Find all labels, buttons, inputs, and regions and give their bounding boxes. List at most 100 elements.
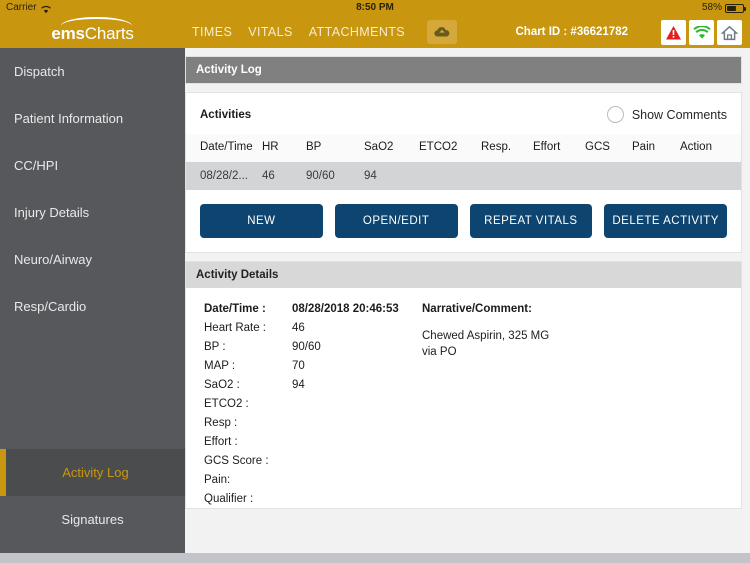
narrative-line-2: via PO bbox=[422, 346, 457, 358]
detail-label: ETCO2 : bbox=[204, 397, 249, 410]
col-resp[interactable]: Resp. bbox=[481, 134, 533, 162]
main-content: Activity Log Activities Show Comments Da… bbox=[185, 48, 750, 553]
activity-details-panel-title: Activity Details bbox=[186, 262, 741, 288]
activities-header-row: Activities Show Comments bbox=[186, 93, 741, 134]
new-button[interactable]: NEW bbox=[200, 204, 323, 238]
detail-row-effort: Effort : bbox=[204, 432, 416, 451]
detail-value: 46 bbox=[292, 321, 305, 334]
detail-row-datetime: Date/Time : 08/28/2018 20:46:53 bbox=[204, 299, 416, 318]
wifi-status-icon[interactable] bbox=[689, 20, 714, 45]
top-app-bar: emsCharts TIMES VITALS ATTACHMENTS Chart… bbox=[0, 16, 750, 48]
home-icon[interactable] bbox=[717, 20, 742, 45]
status-bar-right: 58% bbox=[701, 0, 746, 16]
sidebar-item-neuro-airway[interactable]: Neuro/Airway bbox=[0, 236, 185, 283]
sidebar-item-label: Dispatch bbox=[14, 64, 65, 79]
col-datetime[interactable]: Date/Time bbox=[186, 134, 262, 162]
table-row[interactable]: 08/28/2... 46 90/60 94 bbox=[186, 162, 741, 190]
detail-row-heart-rate: Heart Rate : 46 bbox=[204, 318, 416, 337]
detail-label: Qualifier : bbox=[204, 492, 254, 505]
activity-action-buttons: NEW OPEN/EDIT REPEAT VITALS DELETE ACTIV… bbox=[186, 190, 741, 252]
cell-etco2 bbox=[419, 162, 481, 190]
narrative-line-1: Chewed Aspirin, 325 MG bbox=[422, 330, 550, 342]
cell-action bbox=[680, 162, 741, 190]
status-bar-time: 8:50 PM bbox=[356, 2, 394, 13]
sidebar-item-activity-log[interactable]: Activity Log bbox=[0, 449, 185, 496]
battery-percent-label: 58% bbox=[701, 2, 722, 13]
cell-effort bbox=[533, 162, 585, 190]
cell-hr: 46 bbox=[262, 162, 306, 190]
sidebar-item-dispatch[interactable]: Dispatch bbox=[0, 48, 185, 95]
sidebar-item-cc-hpi[interactable]: CC/HPI bbox=[0, 142, 185, 189]
cell-gcs bbox=[585, 162, 632, 190]
narrative-section: Narrative/Comment: Chewed Aspirin, 325 M… bbox=[416, 299, 741, 508]
sidebar-item-label: Resp/Cardio bbox=[14, 299, 87, 314]
delete-activity-button[interactable]: DELETE ACTIVITY bbox=[604, 204, 727, 238]
cell-resp bbox=[481, 162, 533, 190]
sidebar-item-signatures[interactable]: Signatures bbox=[0, 496, 185, 543]
detail-label: Effort : bbox=[204, 435, 238, 448]
activity-details-panel: Activity Details Date/Time : 08/28/2018 … bbox=[185, 261, 742, 509]
col-etco2[interactable]: ETCO2 bbox=[419, 134, 481, 162]
detail-row-bp: BP : 90/60 bbox=[204, 337, 416, 356]
detail-label: BP : bbox=[204, 340, 226, 353]
show-comments-radio[interactable] bbox=[606, 106, 624, 123]
activities-title: Activities bbox=[200, 108, 252, 121]
sidebar-item-label: Patient Information bbox=[14, 111, 124, 126]
sidebar-item-label: Injury Details bbox=[14, 205, 90, 220]
main-nav: TIMES VITALS ATTACHMENTS bbox=[192, 16, 458, 48]
detail-row-resp: Resp : bbox=[204, 413, 416, 432]
chart-id-label: Chart ID : #36621782 bbox=[515, 26, 628, 38]
detail-row-sao2: SaO2 : 94 bbox=[204, 375, 416, 394]
activity-details-fields: Date/Time : 08/28/2018 20:46:53 Heart Ra… bbox=[186, 299, 416, 508]
header-icon-buttons bbox=[661, 20, 742, 45]
col-effort[interactable]: Effort bbox=[533, 134, 585, 162]
col-bp[interactable]: BP bbox=[306, 134, 364, 162]
sidebar-item-resp-cardio[interactable]: Resp/Cardio bbox=[0, 283, 185, 330]
cell-pain bbox=[632, 162, 680, 190]
warning-icon[interactable] bbox=[661, 20, 686, 45]
col-gcs[interactable]: GCS bbox=[585, 134, 632, 162]
detail-row-gcs-score: GCS Score : bbox=[204, 451, 416, 470]
sidebar-item-label: CC/HPI bbox=[14, 158, 59, 173]
detail-label: MAP : bbox=[204, 359, 236, 372]
activity-details-body: Date/Time : 08/28/2018 20:46:53 Heart Ra… bbox=[186, 288, 741, 508]
repeat-vitals-button[interactable]: REPEAT VITALS bbox=[469, 204, 593, 238]
app-logo: emsCharts bbox=[0, 16, 185, 48]
detail-label: Pain: bbox=[204, 473, 231, 486]
sidebar-item-label: Neuro/Airway bbox=[14, 252, 93, 267]
narrative-text: Chewed Aspirin, 325 MG via PO bbox=[422, 318, 741, 360]
cloud-upload-icon[interactable] bbox=[427, 20, 458, 44]
open-edit-button[interactable]: OPEN/EDIT bbox=[334, 204, 458, 238]
sidebar-item-patient-information[interactable]: Patient Information bbox=[0, 95, 185, 142]
bottom-home-indicator-bar bbox=[0, 553, 750, 563]
sidebar: Dispatch Patient Information CC/HPI Inju… bbox=[0, 48, 185, 553]
nav-times[interactable]: TIMES bbox=[192, 25, 232, 39]
col-action[interactable]: Action bbox=[680, 134, 741, 162]
detail-label: Date/Time : bbox=[204, 302, 266, 315]
nav-attachments[interactable]: ATTACHMENTS bbox=[309, 25, 405, 39]
detail-row-map: MAP : 70 bbox=[204, 356, 416, 375]
logo-arc-icon bbox=[61, 17, 132, 26]
detail-label: SaO2 : bbox=[204, 378, 240, 391]
detail-label: GCS Score : bbox=[204, 454, 269, 467]
logo-text-bold: ems bbox=[51, 24, 85, 43]
nav-vitals[interactable]: VITALS bbox=[248, 25, 293, 39]
sidebar-item-label: Activity Log bbox=[62, 465, 129, 480]
detail-value: 94 bbox=[292, 378, 305, 391]
col-hr[interactable]: HR bbox=[262, 134, 306, 162]
col-pain[interactable]: Pain bbox=[632, 134, 680, 162]
detail-row-pain: Pain: bbox=[204, 470, 416, 489]
cell-datetime: 08/28/2... bbox=[186, 162, 262, 190]
activities-table: Date/Time HR BP SaO2 ETCO2 Resp. Effort … bbox=[186, 134, 741, 190]
sidebar-item-injury-details[interactable]: Injury Details bbox=[0, 189, 185, 236]
show-comments-toggle[interactable]: Show Comments bbox=[606, 106, 727, 123]
sidebar-bottom-group: Activity Log Signatures bbox=[0, 449, 185, 543]
show-comments-label: Show Comments bbox=[631, 107, 727, 122]
app-root: Carrier 8:50 PM 58% emsCharts TIMES VITA… bbox=[0, 0, 750, 563]
activity-log-panel: Activity Log bbox=[185, 56, 742, 84]
detail-row-qualifier: Qualifier : bbox=[204, 489, 416, 508]
cell-bp: 90/60 bbox=[306, 162, 364, 190]
cell-sao2: 94 bbox=[364, 162, 419, 190]
ios-status-bar: Carrier 8:50 PM 58% bbox=[0, 0, 750, 16]
col-sao2[interactable]: SaO2 bbox=[364, 134, 419, 162]
